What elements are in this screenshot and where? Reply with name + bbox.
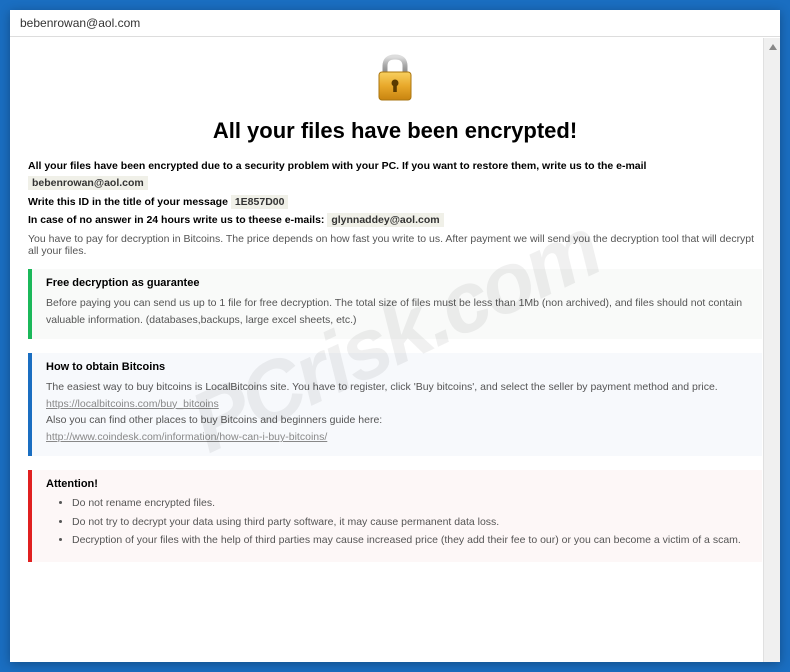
obtain-text-2: Also you can find other places to buy Bi… xyxy=(46,414,382,426)
contact-email-1: bebenrowan@aol.com xyxy=(28,176,148,190)
intro-line-2: Write this ID in the title of your messa… xyxy=(28,194,762,211)
contact-email-2: glynnaddey@aol.com xyxy=(327,213,443,227)
intro-text-2: Write this ID in the title of your messa… xyxy=(28,196,231,208)
intro-text-1: All your files have been encrypted due t… xyxy=(28,160,646,172)
message-id: 1E857D00 xyxy=(231,195,289,209)
attention-item: Do not rename encrypted files. xyxy=(72,496,748,512)
lock-icon-area xyxy=(28,47,762,112)
attention-list: Do not rename encrypted files. Do not tr… xyxy=(46,496,748,549)
obtain-section: How to obtain Bitcoins The easiest way t… xyxy=(28,353,762,456)
main-heading: All your files have been encrypted! xyxy=(28,118,762,144)
attention-item: Decryption of your files with the help o… xyxy=(72,533,748,549)
guarantee-body: Before paying you can send us up to 1 fi… xyxy=(46,295,748,329)
intro-line-1: All your files have been encrypted due t… xyxy=(28,158,762,192)
guarantee-title: Free decryption as guarantee xyxy=(46,277,748,289)
attention-title: Attention! xyxy=(46,478,748,490)
lock-icon xyxy=(373,53,417,108)
intro-line-3: In case of no answer in 24 hours write u… xyxy=(28,212,762,229)
obtain-title: How to obtain Bitcoins xyxy=(46,361,748,373)
obtain-body: The easiest way to buy bitcoins is Local… xyxy=(46,379,748,446)
window-titlebar: bebenrowan@aol.com xyxy=(10,10,780,37)
window-title: bebenrowan@aol.com xyxy=(20,16,140,30)
localbitcoins-link[interactable]: https://localbitcoins.com/buy_bitcoins xyxy=(46,398,219,410)
content-area: All your files have been encrypted! All … xyxy=(10,37,780,662)
attention-section: Attention! Do not rename encrypted files… xyxy=(28,470,762,562)
coindesk-link[interactable]: http://www.coindesk.com/information/how-… xyxy=(46,431,327,443)
obtain-text-1: The easiest way to buy bitcoins is Local… xyxy=(46,381,718,393)
ransom-window: bebenrowan@aol.com xyxy=(10,10,780,662)
payment-info: You have to pay for decryption in Bitcoi… xyxy=(28,233,762,257)
intro-text-3: In case of no answer in 24 hours write u… xyxy=(28,214,327,226)
attention-item: Do not try to decrypt your data using th… xyxy=(72,515,748,531)
guarantee-section: Free decryption as guarantee Before payi… xyxy=(28,269,762,339)
